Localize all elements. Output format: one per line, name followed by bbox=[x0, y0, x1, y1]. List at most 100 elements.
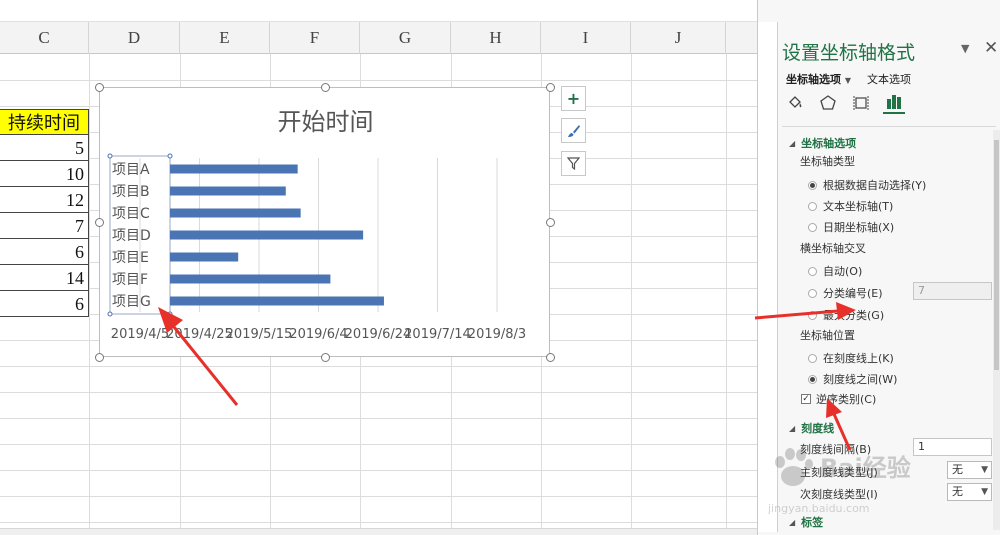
cell-c-value[interactable]: 6 bbox=[0, 239, 89, 265]
section-labels[interactable]: 标签 bbox=[789, 514, 823, 530]
bar[interactable] bbox=[170, 296, 384, 306]
panel-scrollbar-thumb[interactable] bbox=[994, 140, 999, 370]
x-tick-label[interactable]: 2019/8/3 bbox=[468, 327, 526, 342]
x-tick-label[interactable]: 2019/7/14 bbox=[404, 327, 471, 342]
panel-edge bbox=[757, 22, 778, 532]
chart-styles-button[interactable] bbox=[561, 118, 586, 143]
bar[interactable] bbox=[170, 208, 301, 218]
chart-resize-handle[interactable] bbox=[546, 83, 555, 92]
cell-c-value[interactable]: 10 bbox=[0, 161, 89, 187]
radio-icon bbox=[808, 266, 817, 276]
x-tick-label[interactable]: 2019/5/15 bbox=[226, 327, 293, 342]
chart-resize-handle[interactable] bbox=[546, 353, 555, 362]
cell-c-header[interactable]: 持续时间 bbox=[0, 109, 89, 135]
plus-icon: + bbox=[566, 88, 581, 108]
x-tick-label[interactable]: 2019/4/25 bbox=[166, 327, 233, 342]
chart-elements-button[interactable]: + bbox=[561, 86, 586, 111]
minor-tick-type-select[interactable]: 无 ▼ bbox=[947, 483, 992, 501]
x-tick-label[interactable]: 2019/6/24 bbox=[345, 327, 412, 342]
x-tick-label[interactable]: 2019/6/4 bbox=[289, 327, 347, 342]
chart-resize-handle[interactable] bbox=[95, 83, 104, 92]
axis-selection-handle[interactable] bbox=[107, 311, 113, 317]
radio-between-tick-marks-label: 刻度线之间(W) bbox=[823, 373, 898, 386]
bar[interactable] bbox=[170, 186, 286, 196]
radio-on-tick-marks[interactable]: 在刻度线上(K) bbox=[808, 350, 894, 366]
axis-selection-handle[interactable] bbox=[167, 153, 173, 159]
panel-options-dropdown-icon[interactable]: ▼ bbox=[961, 42, 969, 55]
column-header-g[interactable]: G bbox=[360, 22, 451, 54]
grid-column-line bbox=[89, 54, 90, 535]
major-tick-type-label: 主刻度线类型(J) bbox=[800, 466, 878, 479]
section-tick-marks[interactable]: 刻度线 bbox=[789, 420, 834, 436]
chart-resize-handle[interactable] bbox=[320, 83, 330, 92]
bar[interactable] bbox=[170, 252, 239, 262]
category-label[interactable]: 项目B bbox=[112, 184, 150, 200]
filter-icon bbox=[567, 157, 580, 170]
grid-row-line bbox=[0, 366, 757, 367]
radio-cross-category[interactable]: 分类编号(E) bbox=[808, 285, 883, 301]
category-label[interactable]: 项目E bbox=[112, 250, 149, 266]
close-icon[interactable]: ✕ bbox=[984, 38, 998, 58]
chart-resize-handle[interactable] bbox=[546, 218, 555, 227]
column-header-i[interactable]: I bbox=[541, 22, 631, 54]
radio-axis-date[interactable]: 日期坐标轴(X) bbox=[808, 219, 894, 235]
section-axis-options[interactable]: 坐标轴选项 bbox=[789, 135, 856, 151]
grid-row-line bbox=[0, 80, 757, 81]
category-label[interactable]: 项目F bbox=[112, 272, 148, 288]
category-label[interactable]: 项目G bbox=[112, 294, 151, 310]
axis-options-bar-icon[interactable] bbox=[883, 92, 905, 114]
column-header-j[interactable]: J bbox=[631, 22, 726, 54]
reverse-categories-checkbox[interactable]: ✓ 逆序类别(C) bbox=[801, 391, 876, 407]
chevron-down-icon: ▼ bbox=[981, 487, 988, 497]
category-label[interactable]: 项目C bbox=[112, 206, 150, 222]
x-tick-label[interactable]: 2019/4/5 bbox=[111, 327, 169, 342]
panel-title: 设置坐标轴格式 bbox=[782, 42, 916, 64]
bar-chart[interactable]: 开始时间 2019/4/5 2019/4/25 2019/5/15 2019/6/4 2… bbox=[99, 87, 550, 357]
major-tick-type-value: 无 bbox=[952, 463, 963, 476]
fill-line-icon[interactable] bbox=[784, 92, 806, 114]
check-icon: ✓ bbox=[801, 393, 811, 404]
radio-selected-icon bbox=[808, 374, 817, 384]
effects-icon[interactable] bbox=[817, 92, 839, 114]
tab-axis-options-label: 坐标轴选项 bbox=[786, 73, 841, 86]
brush-icon bbox=[567, 124, 580, 137]
radio-cross-max[interactable]: 最大分类(G) bbox=[808, 307, 884, 323]
radio-axis-text[interactable]: 文本坐标轴(T) bbox=[808, 198, 893, 214]
column-header-f[interactable]: F bbox=[270, 22, 360, 54]
tab-text-options[interactable]: 文本选项 bbox=[867, 71, 911, 87]
tab-axis-options[interactable]: 坐标轴选项 ▼ bbox=[786, 71, 851, 87]
size-properties-icon[interactable] bbox=[850, 92, 872, 114]
chevron-down-icon: ▼ bbox=[844, 76, 851, 85]
cross-category-number-input[interactable]: 7 bbox=[913, 282, 992, 300]
radio-axis-auto[interactable]: 根据数据自动选择(Y) bbox=[808, 177, 926, 193]
cell-c-value[interactable]: 5 bbox=[0, 135, 89, 161]
chart-plot-area[interactable]: 2019/4/52019/4/252019/5/152019/6/42019/6… bbox=[100, 88, 551, 358]
radio-between-tick-marks[interactable]: 刻度线之间(W) bbox=[808, 371, 897, 387]
bar[interactable] bbox=[170, 164, 298, 174]
radio-cross-auto[interactable]: 自动(O) bbox=[808, 263, 862, 279]
cell-c-value[interactable]: 7 bbox=[0, 213, 89, 239]
category-label[interactable]: 项目A bbox=[112, 162, 150, 178]
chart-resize-handle[interactable] bbox=[320, 353, 330, 362]
column-header-c[interactable]: C bbox=[0, 22, 89, 54]
chart-filters-button[interactable] bbox=[561, 151, 586, 176]
cell-c-value[interactable]: 12 bbox=[0, 187, 89, 213]
horizontal-scrollbar[interactable] bbox=[0, 528, 757, 535]
column-header-e[interactable]: E bbox=[180, 22, 270, 54]
axis-selection-handle[interactable] bbox=[167, 311, 173, 317]
grid-row-line bbox=[0, 444, 757, 445]
cell-c-value[interactable]: 6 bbox=[0, 291, 89, 317]
tick-interval-input[interactable]: 1 bbox=[913, 438, 992, 456]
axis-selection-handle[interactable] bbox=[107, 153, 113, 159]
bar[interactable] bbox=[170, 230, 364, 240]
chart-resize-handle[interactable] bbox=[95, 218, 104, 227]
cell-c-value[interactable]: 14 bbox=[0, 265, 89, 291]
bar[interactable] bbox=[170, 274, 331, 284]
category-label[interactable]: 项目D bbox=[112, 228, 151, 244]
major-tick-type-select[interactable]: 无 ▼ bbox=[947, 461, 992, 479]
axis-position-label: 坐标轴位置 bbox=[800, 329, 855, 342]
chart-resize-handle[interactable] bbox=[95, 353, 104, 362]
column-header-d[interactable]: D bbox=[89, 22, 180, 54]
column-header-h[interactable]: H bbox=[451, 22, 541, 54]
reverse-categories-label: 逆序类别(C) bbox=[816, 393, 877, 406]
